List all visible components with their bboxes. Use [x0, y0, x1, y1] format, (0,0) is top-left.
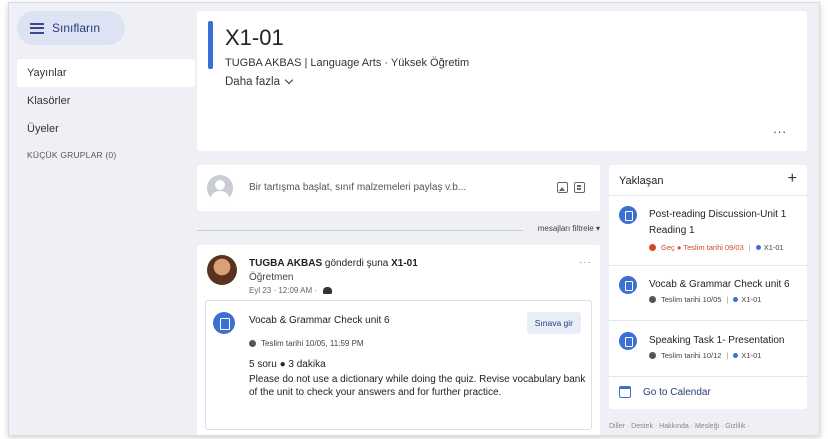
divider [609, 195, 807, 196]
quiz-attachment: Vocab & Grammar Check unit 6 Sınava gir … [205, 300, 592, 430]
quiz-due-date: Teslim tarihi 10/05, 11:59 PM [249, 339, 364, 348]
chevron-down-icon [284, 75, 294, 85]
quiz-due-text: Teslim tarihi 10/05, 11:59 PM [261, 339, 364, 348]
upcoming-item-title: Post-reading Discussion-Unit 1 Reading 1 [649, 209, 787, 236]
clock-icon [649, 352, 656, 359]
composer-placeholder: Bir tartışma başlat, sınıf malzemeleri p… [249, 182, 467, 193]
sidebar-item-label: Klasörler [27, 95, 71, 107]
post-timestamp: Eyl 23 · 12:09 AM · [249, 286, 333, 295]
footer-links[interactable]: Diller · Destek · Hakkında · Mesleği · G… [609, 423, 750, 430]
classes-menu-label: Sınıfların [52, 21, 101, 35]
sidebar-item-folders[interactable]: Klasörler [17, 87, 195, 115]
take-quiz-button[interactable]: Sınava gir [526, 312, 581, 334]
group-header: X1-01 TUGBA AKBAS | Language Arts · Yüks… [197, 11, 807, 151]
class-dot-icon [733, 297, 739, 302]
upcoming-item-due: Teslim tarihi 10/05 [661, 295, 722, 304]
go-to-calendar-link[interactable]: Go to Calendar [619, 386, 711, 398]
upcoming-panel: Yaklaşan + Post-reading Discussion-Unit … [609, 165, 807, 409]
sidebar-item-posts[interactable]: Yayınlar [17, 59, 195, 87]
quiz-description: Please do not use a dictionary while doi… [249, 374, 586, 398]
upcoming-item[interactable]: Post-reading Discussion-Unit 1 Reading 1… [609, 205, 807, 259]
filter-messages-dropdown[interactable]: mesajları filtrele ▾ [538, 224, 600, 233]
sidebar-item-members[interactable]: Üyeler [17, 115, 195, 143]
sidebar-item-label: Yayınlar [27, 67, 67, 79]
hamburger-icon [30, 22, 44, 34]
clock-icon [649, 296, 656, 303]
add-event-button[interactable]: + [788, 170, 797, 188]
upcoming-item-class: X1-01 [741, 351, 762, 360]
image-icon[interactable] [557, 182, 568, 193]
class-dot-icon [755, 245, 761, 250]
app-window: Sınıfların Yayınlar Klasörler Üyeler KÜÇ… [8, 2, 820, 436]
divider [197, 230, 523, 231]
upcoming-item-title: Speaking Task 1- Presentation [649, 335, 785, 346]
upcoming-item[interactable]: Vocab & Grammar Check unit 6 Teslim tari… [609, 275, 807, 315]
sidebar: Sınıfların Yayınlar Klasörler Üyeler KÜÇ… [9, 3, 195, 435]
clock-icon [249, 340, 256, 347]
sidebar-nav: Yayınlar Klasörler Üyeler KÜÇÜK GRUPLAR … [17, 59, 195, 163]
class-dot-icon [733, 353, 739, 358]
post-date: Eyl 23 · 12:09 AM · [249, 286, 318, 295]
quiz-meta: 5 soru ● 3 dakika [249, 359, 326, 370]
small-groups-link[interactable]: KÜÇÜK GRUPLAR (0) [17, 147, 195, 163]
divider [609, 320, 807, 321]
divider [609, 376, 807, 377]
avatar[interactable] [207, 255, 237, 285]
feed-filter-row: mesajları filtrele ▾ [197, 221, 600, 237]
upcoming-item-class: X1-01 [763, 243, 784, 252]
more-info-button[interactable]: Daha fazla [225, 75, 294, 88]
divider [609, 265, 807, 266]
post-action: gönderdi şuna [322, 258, 392, 269]
upcoming-item[interactable]: Speaking Task 1- Presentation Teslim tar… [609, 331, 807, 371]
post-author-role: Öğretmen [249, 272, 294, 283]
quiz-icon [213, 312, 235, 334]
classes-menu-button[interactable]: Sınıfların [17, 11, 125, 45]
upcoming-item-status: Teslim tarihi 10/05 | X1-01 [649, 295, 761, 304]
group-subtitle: TUGBA AKBAS | Language Arts · Yüksek Öğr… [225, 57, 470, 69]
assignment-icon [619, 206, 637, 224]
group-options-button[interactable]: ... [773, 121, 787, 136]
post-target[interactable]: X1-01 [391, 258, 418, 269]
feed-post: TUGBA AKBAS gönderdi şuna X1-01 Öğretmen… [197, 245, 600, 435]
assignment-icon [619, 332, 637, 350]
page-title: X1-01 [225, 25, 284, 50]
avatar [207, 175, 233, 201]
post-composer[interactable]: Bir tartışma başlat, sınıf malzemeleri p… [197, 165, 600, 211]
upcoming-item-due: Teslim tarihi 10/12 [661, 351, 722, 360]
assignment-icon [619, 276, 637, 294]
late-icon [649, 244, 656, 251]
upcoming-item-status: Teslim tarihi 10/12 | X1-01 [649, 351, 761, 360]
group-color-bar [208, 21, 213, 69]
calendar-link-label: Go to Calendar [643, 386, 711, 398]
sidebar-item-label: Üyeler [27, 123, 59, 135]
upcoming-item-title: Vocab & Grammar Check unit 6 [649, 279, 790, 290]
more-info-label: Daha fazla [225, 76, 280, 88]
upcoming-item-class: X1-01 [741, 295, 762, 304]
calendar-icon [619, 386, 631, 398]
upcoming-item-due: Geç ● Teslim tarihi 09/03 [661, 243, 744, 252]
upcoming-title: Yaklaşan [619, 175, 664, 187]
post-author-line: TUGBA AKBAS gönderdi şuna X1-01 [249, 258, 418, 269]
quiz-title[interactable]: Vocab & Grammar Check unit 6 [249, 315, 390, 326]
group-icon [323, 287, 333, 294]
upcoming-item-status: Geç ● Teslim tarihi 09/03 | X1-01 [649, 243, 784, 252]
post-author[interactable]: TUGBA AKBAS [249, 258, 322, 269]
post-options-button[interactable]: ··· [579, 257, 592, 268]
attachment-icon[interactable] [574, 182, 585, 193]
